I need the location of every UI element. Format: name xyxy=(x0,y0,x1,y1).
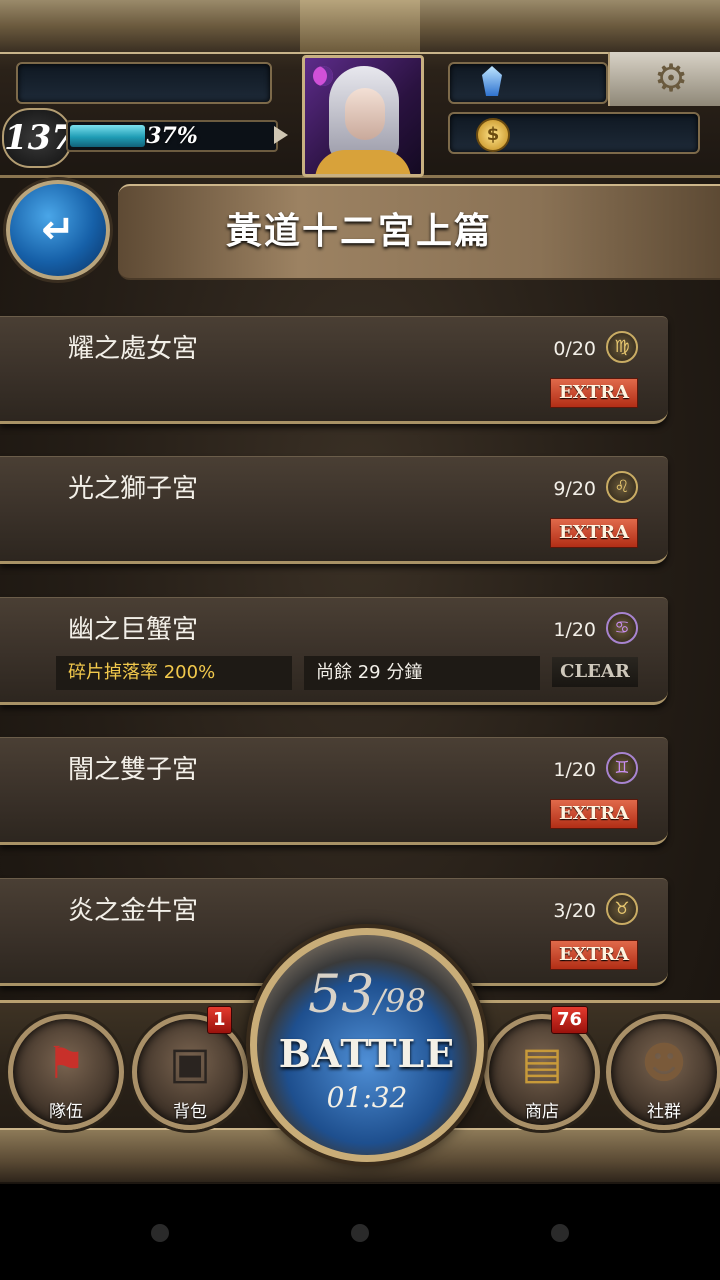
extra-badge: EXTRA xyxy=(550,940,638,970)
settings-button[interactable]: ⚙ xyxy=(608,52,720,106)
nav-social-label: 社群 xyxy=(647,1102,681,1122)
stage-row-gemini[interactable]: 闇之雙子宮 1/20 ♊ EXTRA xyxy=(0,737,668,845)
nav-team-button[interactable]: ⚑ 隊伍 xyxy=(8,1014,124,1130)
nav-shop-label: 商店 xyxy=(525,1102,559,1122)
stage-progress: 3/20 xyxy=(553,900,596,922)
back-button[interactable]: ↵ xyxy=(6,180,110,280)
drop-rate-label: 碎片掉落率 200% xyxy=(56,656,292,690)
exp-percent: 37% xyxy=(146,123,198,149)
leo-icon: ♌ xyxy=(606,471,638,503)
page-title-plate: 黃道十二宮上篇 xyxy=(118,184,720,280)
battle-button[interactable]: 53/98 BATTLE 01:32 xyxy=(250,928,484,1162)
bag-notification-badge: 1 xyxy=(207,1006,232,1034)
player-level: 137 xyxy=(2,108,75,168)
cancer-icon: ♋ xyxy=(606,612,638,644)
game-screen: $ 137 37% ⚙ 黃道十二宮上篇 ↵ 耀之處女宮 0/20 ♍ EXTRA… xyxy=(0,0,720,1280)
extra-badge: EXTRA xyxy=(550,518,638,548)
nav-team-label: 隊伍 xyxy=(49,1102,83,1122)
stage-row-leo[interactable]: 光之獅子宮 9/20 ♌ EXTRA xyxy=(0,456,668,564)
exp-bar: 37% xyxy=(66,120,278,152)
page-title: 黃道十二宮上篇 xyxy=(226,211,493,252)
top-ornament-center xyxy=(300,0,420,52)
stamina-timer: 01:32 xyxy=(326,1081,408,1114)
stage-progress: 1/20 xyxy=(553,759,596,781)
stage-progress: 9/20 xyxy=(553,478,596,500)
stage-name: 炎之金牛宮 xyxy=(68,896,199,926)
stage-progress: 1/20 xyxy=(553,619,596,641)
battle-label: BATTLE xyxy=(278,1031,456,1076)
stage-name: 光之獅子宮 xyxy=(68,474,199,504)
stage-row-virgo[interactable]: 耀之處女宮 0/20 ♍ EXTRA xyxy=(0,316,668,424)
shop-notification-badge: 76 xyxy=(551,1006,589,1034)
system-back-icon[interactable] xyxy=(151,1224,169,1242)
stamina-max: /98 xyxy=(374,982,426,1020)
exp-arrow-icon xyxy=(274,126,288,144)
gemini-icon: ♊ xyxy=(606,752,638,784)
moon-icon xyxy=(313,66,333,86)
bag-icon: ▣ xyxy=(169,1038,211,1089)
nav-social-button[interactable]: ☻ 社群 xyxy=(606,1014,720,1130)
stage-name: 幽之巨蟹宮 xyxy=(68,615,199,645)
coin-icon: $ xyxy=(476,118,510,152)
stage-name: 耀之處女宮 xyxy=(68,334,199,364)
back-arrow-icon: ↵ xyxy=(41,207,75,253)
taurus-icon: ♉ xyxy=(606,893,638,925)
extra-badge: EXTRA xyxy=(550,378,638,408)
extra-badge: EXTRA xyxy=(550,799,638,829)
avatar-face xyxy=(345,88,385,140)
stage-progress: 0/20 xyxy=(553,338,596,360)
avatar-armor xyxy=(315,150,411,174)
nav-bag-label: 背包 xyxy=(173,1102,207,1122)
system-home-icon[interactable] xyxy=(351,1224,369,1242)
stage-name: 闇之雙子宮 xyxy=(68,755,199,785)
player-name-bar xyxy=(16,62,272,104)
leader-avatar[interactable] xyxy=(302,55,424,177)
gear-icon: ⚙ xyxy=(654,56,689,100)
system-recents-icon[interactable] xyxy=(551,1224,569,1242)
people-icon: ☻ xyxy=(641,1038,687,1089)
gem-count-bar xyxy=(448,62,608,104)
flag-icon: ⚑ xyxy=(46,1038,86,1089)
stamina-current: 53 xyxy=(308,965,375,1025)
system-nav-bar xyxy=(0,1184,720,1280)
stamina-counter: 53/98 xyxy=(257,965,477,1025)
virgo-icon: ♍ xyxy=(606,331,638,363)
clear-badge: CLEAR xyxy=(552,657,638,687)
stage-row-cancer[interactable]: 幽之巨蟹宮 1/20 ♋ 碎片掉落率 200% 尚餘 29 分鐘 CLEAR xyxy=(0,597,668,705)
treasure-chest-icon: ▤ xyxy=(521,1038,563,1089)
time-remaining-label: 尚餘 29 分鐘 xyxy=(304,656,540,690)
